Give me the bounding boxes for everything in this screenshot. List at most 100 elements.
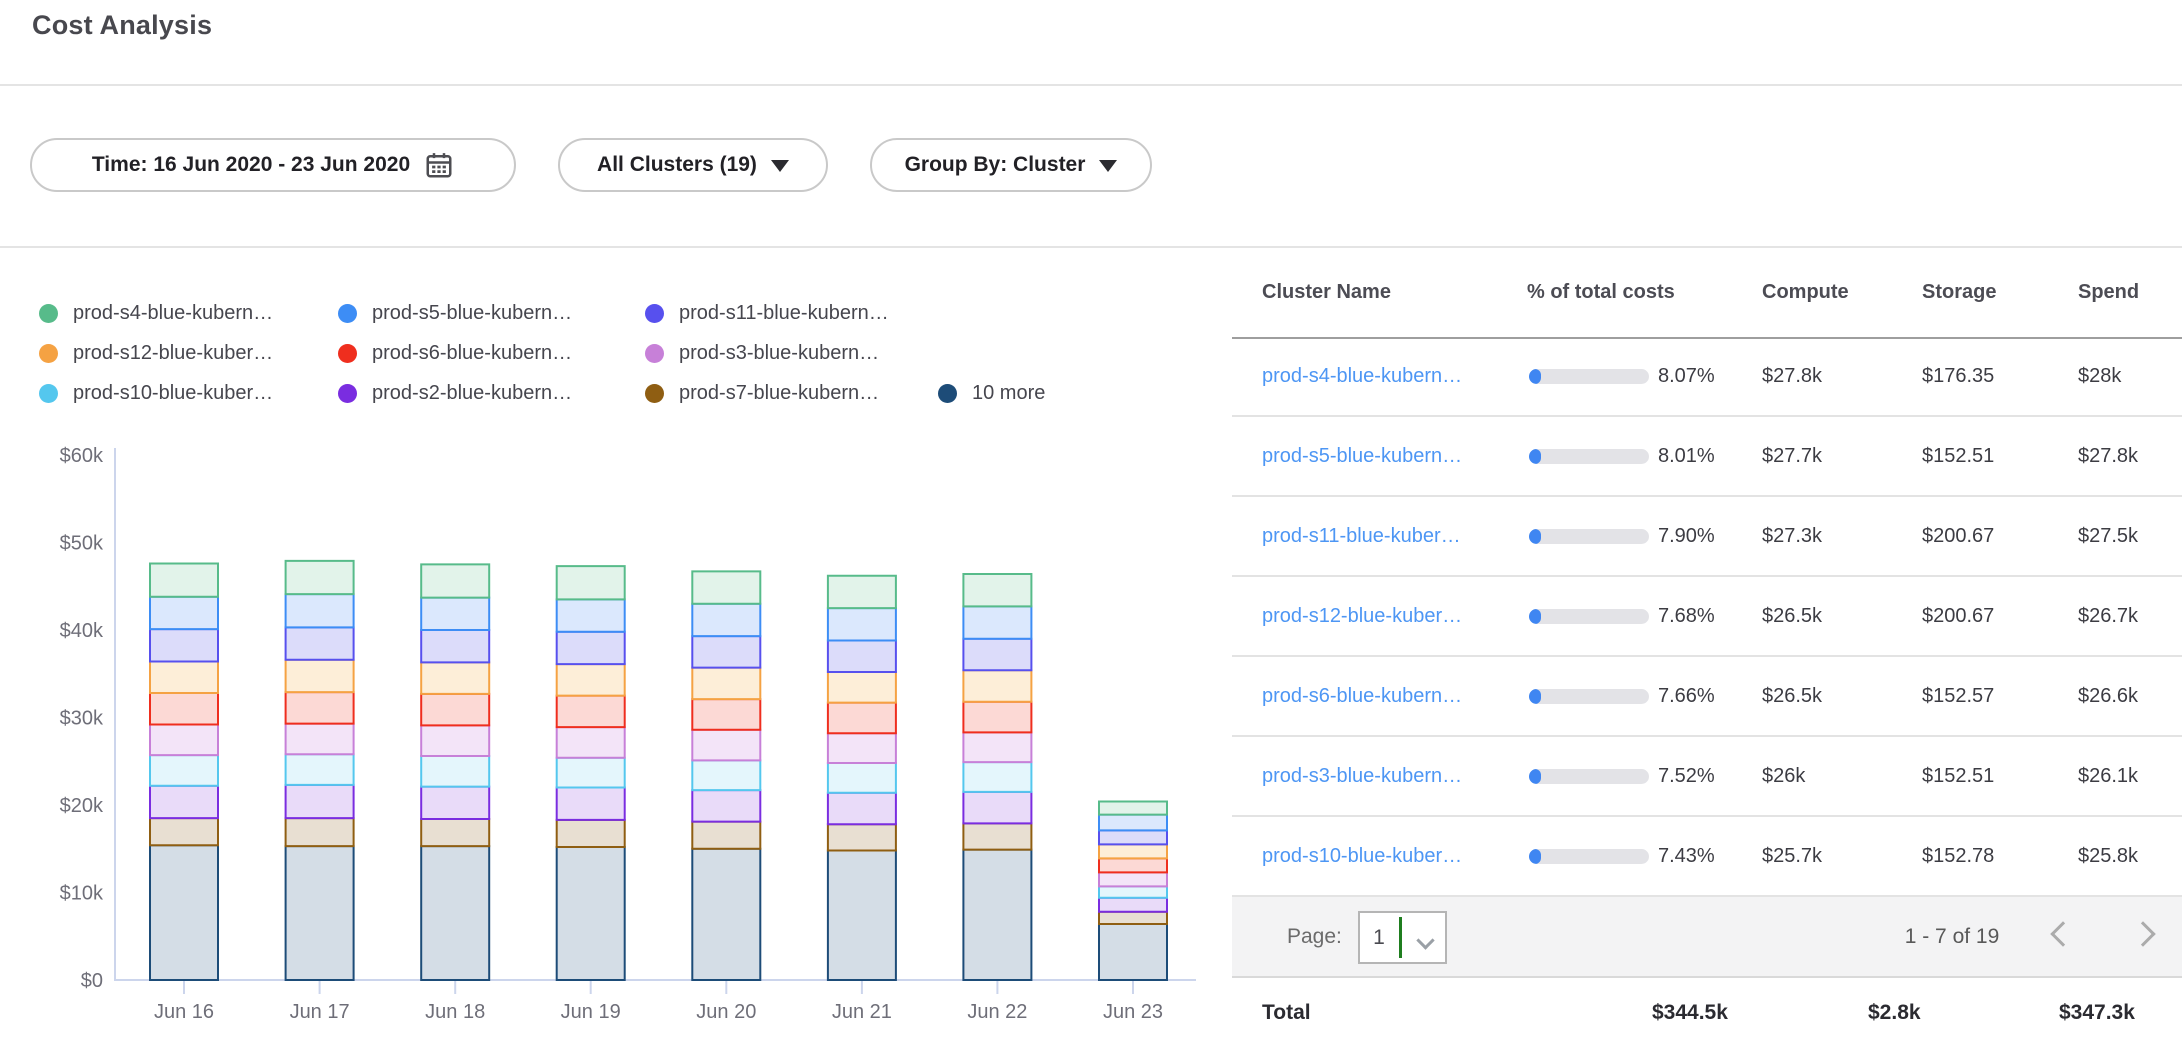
- bar-segment: [421, 662, 489, 694]
- page-title: Cost Analysis: [32, 10, 212, 41]
- legend-item[interactable]: prod-s5-blue-kubern…: [338, 293, 572, 333]
- bar-segment: [150, 662, 218, 694]
- storage-value: $152.57: [1922, 657, 1994, 735]
- legend-item[interactable]: 10 more: [938, 373, 1045, 413]
- column-header-pct-total-costs[interactable]: % of total costs: [1527, 247, 1675, 337]
- next-page-button[interactable]: [2130, 921, 2155, 946]
- pct-progress-bar: [1529, 417, 1649, 495]
- legend-item[interactable]: prod-s11-blue-kubern…: [645, 293, 889, 333]
- bar-segment: [1099, 802, 1167, 815]
- pct-value: 7.43%: [1658, 817, 1715, 895]
- legend-color-dot: [338, 344, 357, 363]
- pct-value: 8.07%: [1658, 337, 1715, 415]
- x-axis-tick-label: Jun 19: [561, 1001, 621, 1023]
- column-header-storage[interactable]: Storage: [1922, 247, 1996, 337]
- storage-value: $200.67: [1922, 577, 1994, 655]
- time-range-filter[interactable]: Time: 16 Jun 2020 - 23 Jun 2020: [30, 138, 516, 192]
- bar-segment: [557, 758, 625, 788]
- bar-segment: [828, 763, 896, 793]
- storage-value: $176.35: [1922, 337, 1994, 415]
- legend-item[interactable]: prod-s3-blue-kubern…: [645, 333, 879, 373]
- y-axis-tick-label: $60k: [60, 445, 104, 467]
- bar-segment: [421, 598, 489, 630]
- legend-label: prod-s5-blue-kubern…: [372, 302, 572, 325]
- bar-segment: [1099, 844, 1167, 858]
- spend-value: $26.1k: [2078, 737, 2138, 815]
- legend-label: prod-s3-blue-kubern…: [679, 342, 879, 365]
- bar-segment: [286, 561, 354, 594]
- bar-segment: [692, 760, 760, 790]
- bar-segment: [557, 727, 625, 758]
- legend-item[interactable]: prod-s12-blue-kuber…: [39, 333, 273, 373]
- bar-segment: [286, 785, 354, 818]
- cluster-name-link[interactable]: prod-s11-blue-kuber…: [1262, 497, 1461, 575]
- bar-segment: [828, 703, 896, 734]
- bar-segment: [557, 847, 625, 980]
- spend-value: $25.8k: [2078, 817, 2138, 895]
- bar-jun-22: [963, 574, 1031, 980]
- y-axis-tick-label: $50k: [60, 533, 104, 555]
- time-range-label: Time: 16 Jun 2020 - 23 Jun 2020: [92, 153, 410, 177]
- bar-segment: [286, 846, 354, 980]
- table-row: prod-s6-blue-kubern…7.66%$26.5k$152.57$2…: [1232, 657, 2182, 737]
- group-by-label: Group By: Cluster: [905, 153, 1086, 177]
- bar-segment: [828, 824, 896, 850]
- legend-color-dot: [39, 304, 58, 323]
- page-select[interactable]: 1: [1358, 911, 1447, 964]
- bar-segment: [692, 571, 760, 603]
- pct-progress-bar: [1529, 817, 1649, 895]
- y-axis-tick-label: $10k: [60, 883, 104, 905]
- bar-segment: [557, 696, 625, 728]
- cluster-name-link[interactable]: prod-s5-blue-kubern…: [1262, 417, 1462, 495]
- table-row: prod-s12-blue-kuber…7.68%$26.5k$200.67$2…: [1232, 577, 2182, 657]
- legend-color-dot: [938, 384, 957, 403]
- bar-segment: [286, 724, 354, 755]
- bar-segment: [150, 755, 218, 786]
- legend-color-dot: [645, 344, 664, 363]
- bar-segment: [963, 792, 1031, 824]
- bar-segment: [421, 846, 489, 980]
- bar-segment: [150, 564, 218, 597]
- table-row: prod-s5-blue-kubern…8.01%$27.7k$152.51$2…: [1232, 417, 2182, 497]
- legend-item[interactable]: prod-s2-blue-kubern…: [338, 373, 572, 413]
- bar-segment: [828, 733, 896, 763]
- bar-segment: [963, 639, 1031, 671]
- cluster-scope-filter[interactable]: All Clusters (19): [558, 138, 828, 192]
- bar-segment: [557, 632, 625, 664]
- bar-segment: [557, 566, 625, 599]
- group-by-filter[interactable]: Group By: Cluster: [870, 138, 1152, 192]
- cluster-name-link[interactable]: prod-s3-blue-kubern…: [1262, 737, 1462, 815]
- pct-progress-bar: [1529, 497, 1649, 575]
- legend-color-dot: [645, 384, 664, 403]
- table-total-row: Total $344.5k $2.8k $347.3k: [1232, 978, 2182, 1052]
- bar-segment: [828, 672, 896, 703]
- legend-item[interactable]: prod-s7-blue-kubern…: [645, 373, 879, 413]
- column-header-spend[interactable]: Spend: [2078, 247, 2139, 337]
- bar-segment: [150, 786, 218, 818]
- legend-item[interactable]: prod-s4-blue-kubern…: [39, 293, 273, 333]
- storage-value: $152.78: [1922, 817, 1994, 895]
- bar-segment: [963, 732, 1031, 762]
- column-header-compute[interactable]: Compute: [1762, 247, 1849, 337]
- bar-segment: [557, 788, 625, 820]
- bar-segment: [692, 790, 760, 822]
- previous-page-button[interactable]: [2050, 921, 2075, 946]
- bar-segment: [1099, 872, 1167, 886]
- legend-label: prod-s10-blue-kuber…: [73, 382, 273, 405]
- cluster-name-link[interactable]: prod-s12-blue-kuber…: [1262, 577, 1462, 655]
- legend-item[interactable]: prod-s6-blue-kubern…: [338, 333, 572, 373]
- bar-segment: [692, 668, 760, 700]
- bar-segment: [1099, 830, 1167, 844]
- legend-item[interactable]: prod-s10-blue-kuber…: [39, 373, 273, 413]
- cluster-name-link[interactable]: prod-s10-blue-kuber…: [1262, 817, 1462, 895]
- cluster-name-link[interactable]: prod-s4-blue-kubern…: [1262, 337, 1462, 415]
- bar-segment: [421, 725, 489, 756]
- cluster-name-link[interactable]: prod-s6-blue-kubern…: [1262, 657, 1462, 735]
- bar-segment: [692, 604, 760, 636]
- column-header-cluster-name[interactable]: Cluster Name: [1262, 247, 1391, 337]
- y-axis-tick-label: $40k: [60, 620, 104, 642]
- pct-value: 8.01%: [1658, 417, 1715, 495]
- legend-color-dot: [338, 304, 357, 323]
- y-axis-tick-label: $20k: [60, 795, 104, 817]
- legend-color-dot: [338, 384, 357, 403]
